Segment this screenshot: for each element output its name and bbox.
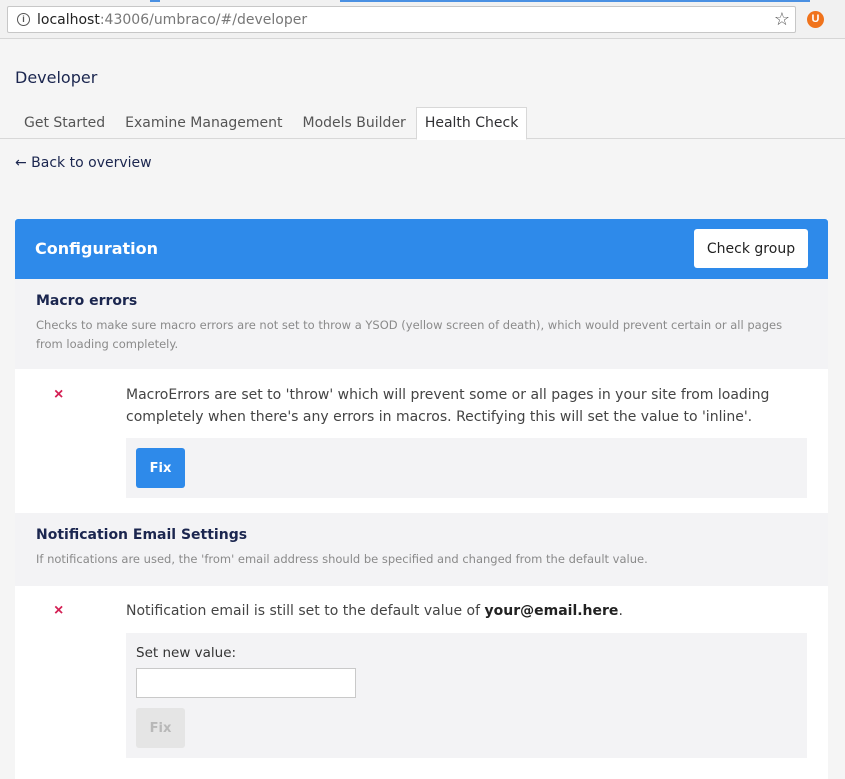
tab-examine-management[interactable]: Examine Management bbox=[115, 107, 292, 138]
check-description: If notifications are used, the 'from' em… bbox=[36, 552, 648, 566]
check-description: Checks to make sure macro errors are not… bbox=[36, 318, 783, 351]
check-group-button[interactable]: Check group bbox=[694, 229, 808, 268]
bookmark-star-icon[interactable]: ☆ bbox=[774, 9, 790, 30]
health-check-group-card: Configuration Check group Macro errors C… bbox=[15, 219, 828, 779]
fix-button[interactable]: Fix bbox=[136, 448, 185, 488]
set-new-value-label: Set new value: bbox=[136, 645, 237, 661]
tab-get-started[interactable]: Get Started bbox=[14, 107, 115, 138]
error-icon: × bbox=[54, 602, 64, 619]
browser-toolbar: i localhost:43006/umbraco/#/developer ☆ … bbox=[0, 0, 845, 39]
check-action-box: Set new value: Fix bbox=[126, 633, 807, 758]
error-icon: × bbox=[54, 386, 64, 403]
check-name: Notification Email Settings bbox=[36, 527, 248, 543]
new-email-input[interactable] bbox=[136, 668, 356, 698]
umbraco-extension-icon[interactable]: U bbox=[807, 11, 824, 28]
address-bar[interactable]: i localhost:43006/umbraco/#/developer ☆ bbox=[7, 6, 796, 33]
back-to-overview-link[interactable]: ← Back to overview bbox=[15, 155, 152, 171]
info-icon[interactable]: i bbox=[17, 13, 30, 26]
group-title: Configuration bbox=[35, 239, 159, 258]
fix-button-disabled[interactable]: Fix bbox=[136, 708, 185, 748]
page-title: Developer bbox=[15, 68, 98, 87]
check-result-message: Notification email is still set to the d… bbox=[126, 603, 623, 619]
check-header-notification-email: Notification Email Settings If notificat… bbox=[15, 513, 828, 586]
tab-models-builder[interactable]: Models Builder bbox=[293, 107, 416, 138]
url-text[interactable]: localhost:43006/umbraco/#/developer bbox=[37, 12, 307, 28]
check-header-macro-errors: Macro errors Checks to make sure macro e… bbox=[15, 279, 828, 369]
default-email-value: your@email.here bbox=[484, 603, 619, 619]
group-header: Configuration Check group bbox=[15, 219, 828, 279]
tab-health-check[interactable]: Health Check bbox=[415, 107, 528, 140]
section-tabs: Get Started Examine Management Models Bu… bbox=[14, 107, 528, 140]
tab-strip-accent bbox=[0, 0, 845, 3]
check-result-message: MacroErrors are set to 'throw' which wil… bbox=[126, 387, 770, 425]
check-action-box: Fix bbox=[126, 438, 807, 498]
check-name: Macro errors bbox=[36, 293, 138, 309]
